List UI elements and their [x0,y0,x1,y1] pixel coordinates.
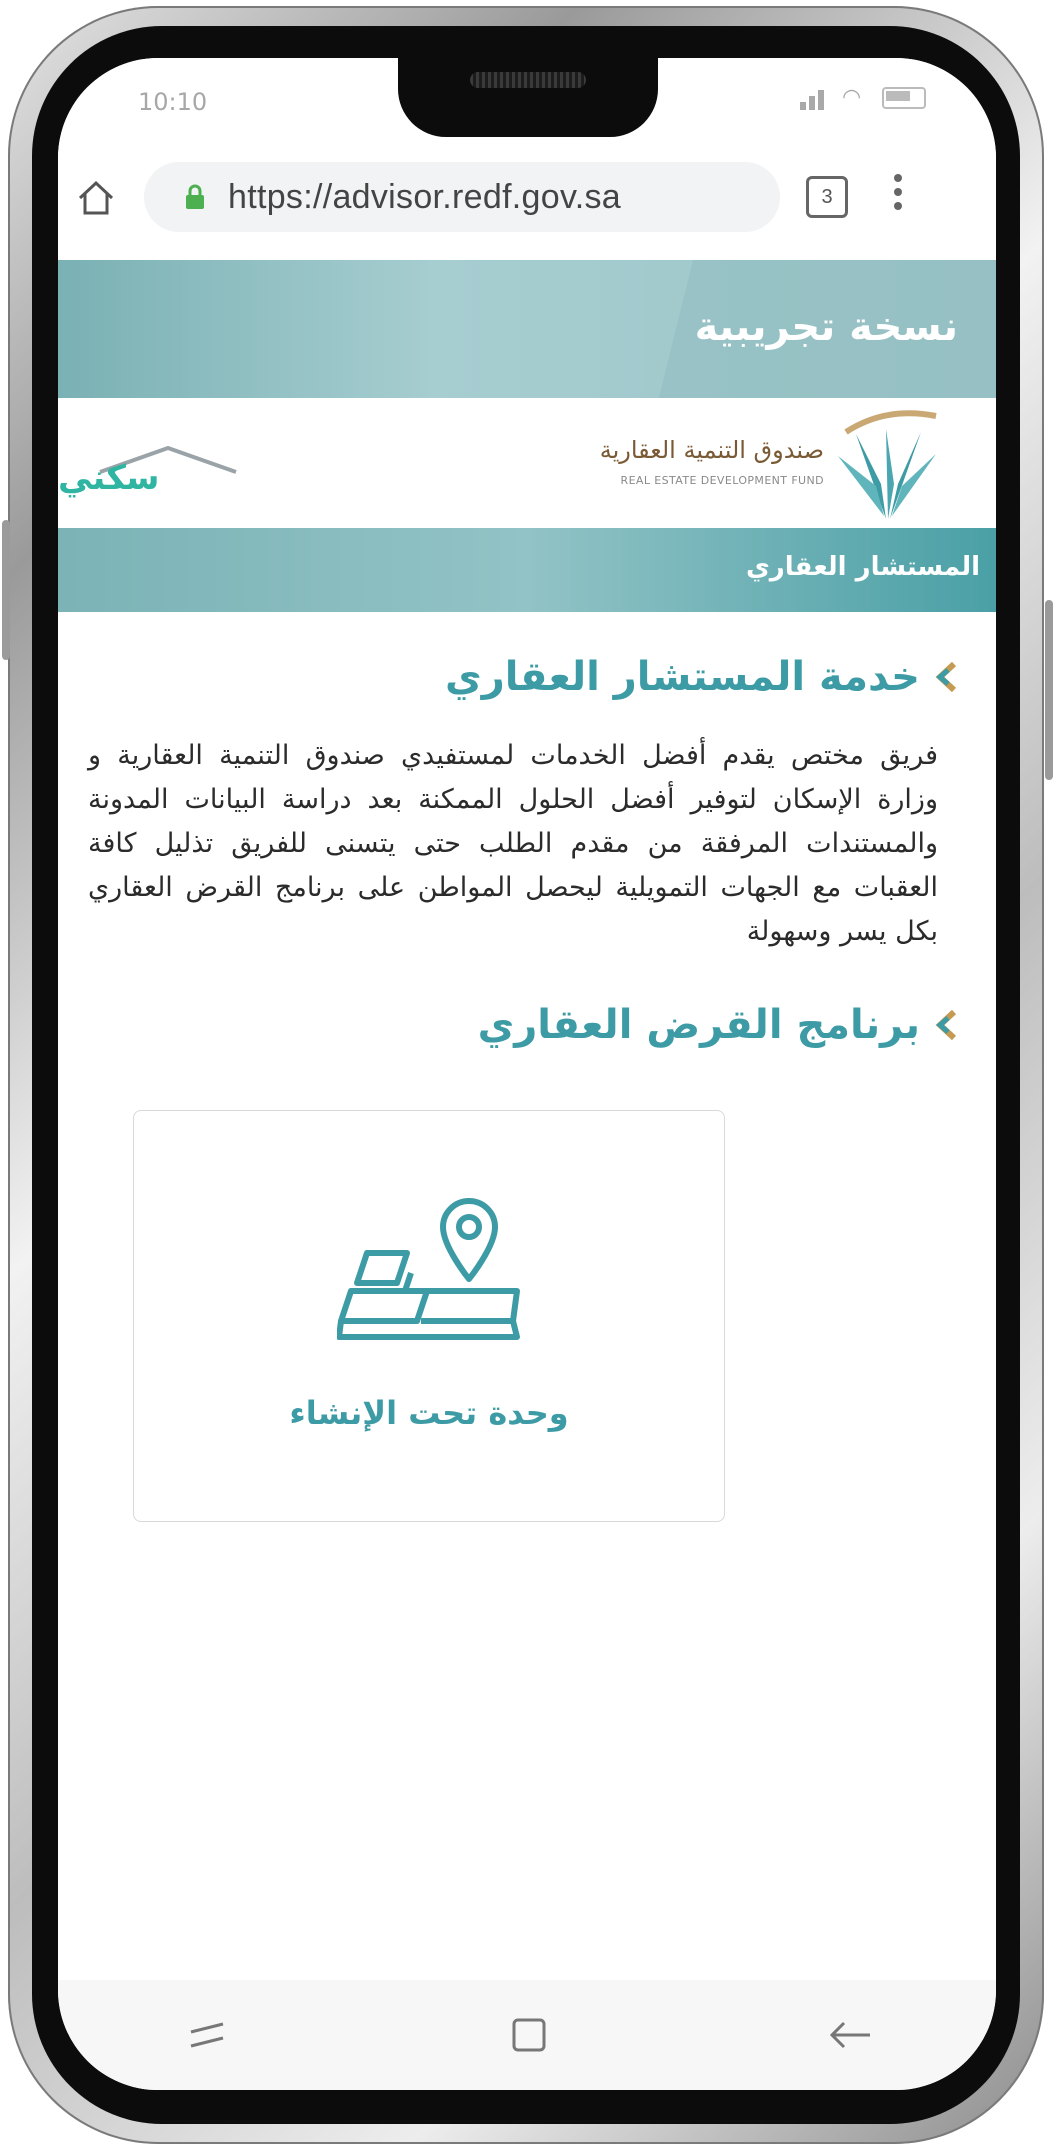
status-time: 10:10 [138,88,208,116]
tabs-button[interactable]: 3 [806,176,848,218]
back-icon[interactable] [826,2010,876,2060]
sakani-logo[interactable]: سكني [58,442,248,516]
address-bar[interactable]: https://advisor.redf.gov.sa [144,162,780,232]
chevron-icon [935,1010,956,1040]
status-icons: ◠ [800,86,926,110]
recent-apps-icon[interactable] [183,2010,233,2060]
band-title: المستشار العقاري [745,552,980,582]
power-button [1045,600,1053,780]
beta-banner: نسخة تجريبية [58,260,996,398]
program-heading: برنامج القرض العقاري [478,1002,956,1048]
home-icon[interactable] [76,178,116,218]
beta-label: نسخة تجريبية [694,304,958,350]
redf-palm-emblem-icon [838,410,937,519]
map-pin-icon [337,1198,520,1340]
earpiece-speaker [470,72,586,88]
camera-notch [398,55,658,137]
menu-icon[interactable] [888,168,908,224]
section-band: المستشار العقاري [58,528,996,612]
redf-arabic-name: صندوق التنمية العقارية [599,436,824,464]
sakani-text: سكني [58,458,160,498]
service-heading: خدمة المستشار العقاري [445,654,956,700]
android-nav-bar [58,1980,996,2090]
volume-button [2,520,10,660]
wifi-icon: ◠ [842,85,862,110]
service-heading-text: خدمة المستشار العقاري [445,654,920,700]
browser-toolbar: https://advisor.redf.gov.sa 3 [58,138,996,260]
phone-screen: 10:10 ◠ https://advisor.redf.gov.sa 3 نس… [58,58,996,2090]
redf-english-name: REAL ESTATE DEVELOPMENT FUND [620,474,824,487]
service-description: فريق مختص يقدم أفضل الخدمات لمستفيدي صند… [88,740,938,947]
card-label: وحدة تحت الإنشاء [289,1394,569,1432]
program-heading-text: برنامج القرض العقاري [477,1002,920,1048]
chevron-icon [935,662,956,692]
logo-row: سكني صندوق التنمية العقارية REAL ESTATE … [58,398,996,528]
url-text: https://advisor.redf.gov.sa [228,177,622,216]
unit-under-construction-card[interactable]: وحدة تحت الإنشاء [133,1110,725,1522]
home-button-icon[interactable] [504,2010,554,2060]
signal-icon [800,86,830,110]
lock-icon [186,184,204,209]
battery-icon [882,87,926,109]
